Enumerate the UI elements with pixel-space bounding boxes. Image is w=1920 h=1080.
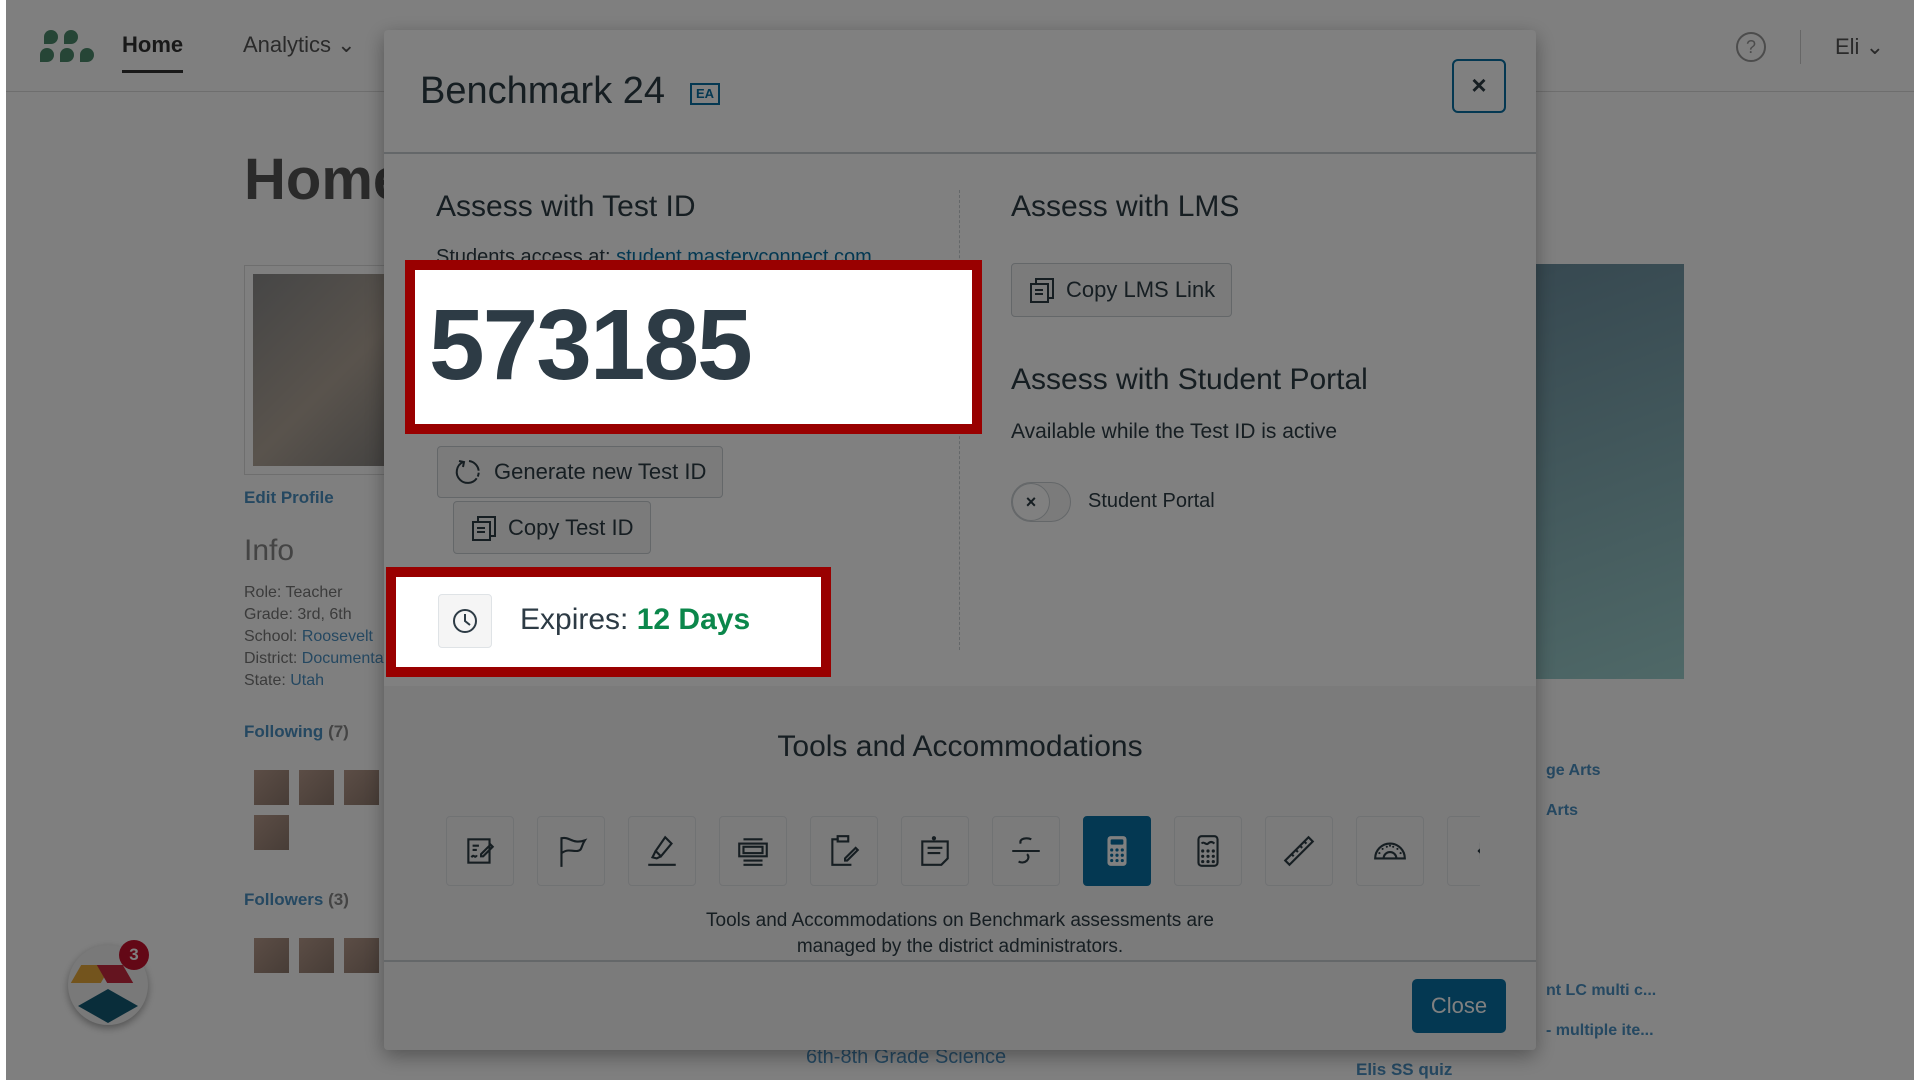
toggle-label: Student Portal — [1088, 490, 1215, 512]
clock-icon — [438, 594, 492, 648]
sticky-note-icon — [921, 836, 949, 866]
tools-note: Tools and Accommodations on Benchmark as… — [706, 910, 1214, 957]
tool-flag[interactable] — [537, 816, 605, 886]
portal-subtext: Available while the Test ID is active — [1011, 420, 1338, 443]
protractor-icon — [1374, 842, 1406, 860]
expires-text: Expires: 12 Days — [520, 603, 751, 636]
close-button[interactable]: Close — [1412, 979, 1506, 1033]
modal-title: Benchmark 24 — [420, 70, 666, 112]
copy-lms-link-button[interactable]: Copy LMS Link — [1011, 263, 1233, 317]
refresh-icon — [455, 460, 480, 484]
tools-section: Tools and Accommodations Tools and Accom… — [384, 686, 1536, 960]
right-edge — [1914, 0, 1920, 1080]
flag-icon — [560, 836, 588, 867]
tool-sticky-note[interactable] — [901, 816, 969, 886]
close-icon-button[interactable]: × — [1452, 59, 1506, 113]
bracket-icon — [1477, 842, 1480, 860]
test-id-highlight: 573185 — [405, 260, 982, 434]
test-id-value: 573185 — [429, 289, 753, 401]
strikethrough-icon — [1012, 837, 1040, 864]
lms-heading: Assess with LMS — [1011, 190, 1240, 223]
tools-heading: Tools and Accommodations — [777, 730, 1143, 763]
generate-label: Generate new Test ID — [494, 459, 707, 484]
student-portal-toggle[interactable]: × — [1011, 482, 1071, 522]
tool-bracket[interactable] — [1447, 816, 1480, 886]
copy-test-id-button[interactable]: Copy Test ID — [453, 501, 651, 554]
ea-badge: EA — [690, 83, 720, 105]
test-id-heading: Assess with Test ID — [436, 190, 696, 223]
tool-ruler[interactable] — [1265, 816, 1333, 886]
tool-highlighter[interactable] — [628, 816, 696, 886]
clipboard-edit-icon — [831, 835, 860, 866]
portal-heading: Assess with Student Portal — [1011, 363, 1368, 396]
modal-header: Benchmark 24 EA × — [384, 30, 1536, 154]
tool-graphing-calculator[interactable] — [1174, 816, 1242, 886]
graphing-calculator-icon — [1197, 835, 1219, 867]
left-edge — [0, 0, 6, 1080]
calculator-icon — [1107, 836, 1127, 866]
tool-calculator[interactable] — [1083, 816, 1151, 886]
notepad-icon — [467, 838, 495, 864]
ruler-icon — [1283, 835, 1315, 867]
copy-lms-label: Copy LMS Link — [1066, 277, 1216, 302]
copy-icon — [472, 515, 496, 541]
assessment-modal: Benchmark 24 EA × Assess with Test ID St… — [384, 30, 1536, 1050]
tools-strip — [446, 816, 1480, 888]
generate-test-id-button[interactable]: Generate new Test ID — [437, 446, 724, 498]
tool-notepad[interactable] — [446, 816, 514, 886]
tool-clipboard-edit[interactable] — [810, 816, 878, 886]
modal-footer: Close — [384, 960, 1536, 1050]
line-reader-icon — [738, 838, 768, 866]
expires-highlight: Expires: 12 Days — [386, 567, 831, 677]
toggle-off-icon: × — [1012, 483, 1050, 521]
highlighter-icon — [648, 835, 676, 866]
tool-line-reader[interactable] — [719, 816, 787, 886]
copy-icon — [1030, 278, 1054, 303]
tool-protractor[interactable] — [1356, 816, 1424, 886]
copy-test-id-label: Copy Test ID — [508, 514, 634, 540]
tool-strikethrough[interactable] — [992, 816, 1060, 886]
expires-value: 12 Days — [636, 603, 751, 636]
